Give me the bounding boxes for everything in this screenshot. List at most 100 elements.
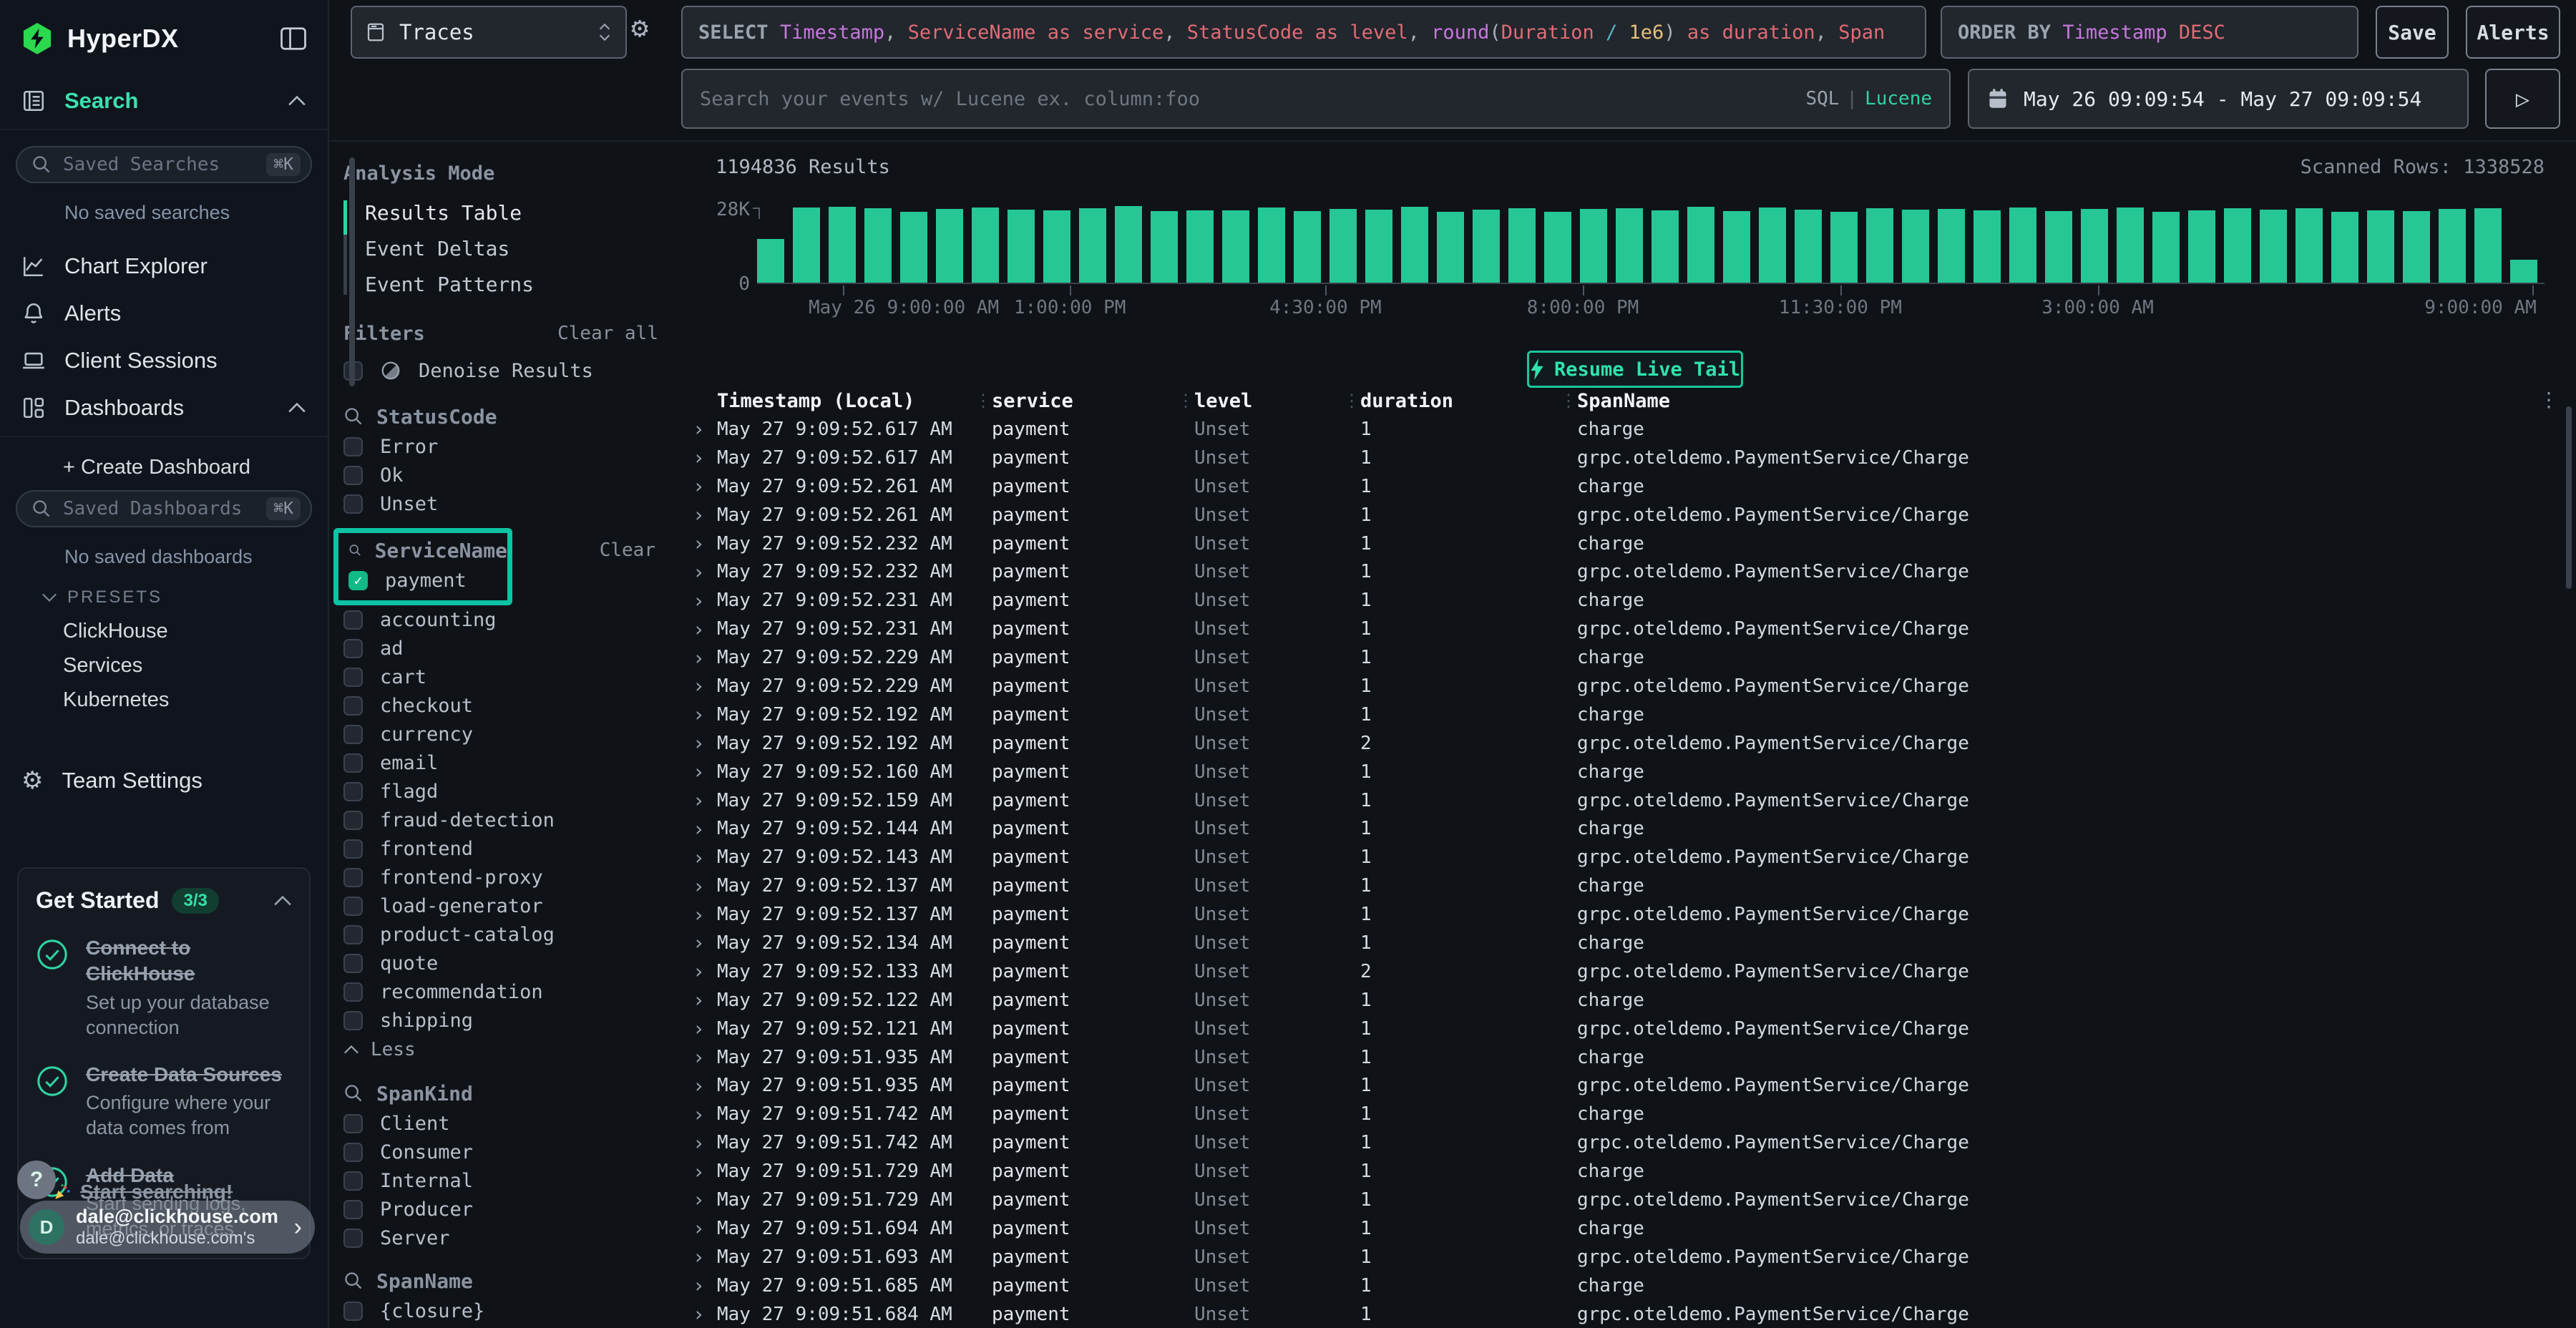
table-row[interactable]: ›May 27 9:09:51.684 AMpaymentUnset1grpc.…: [684, 1300, 2576, 1328]
filter-checkbox[interactable]: [343, 897, 363, 916]
row-expand-chevron-icon[interactable]: ›: [693, 1131, 717, 1155]
table-row[interactable]: ›May 27 9:09:52.160 AMpaymentUnset1charg…: [684, 758, 2576, 786]
filter-item[interactable]: accounting: [343, 605, 658, 634]
histogram-bar[interactable]: [1652, 210, 1679, 283]
column-header-level[interactable]: ⋮level: [1194, 388, 1360, 414]
get-started-step[interactable]: Connect to ClickHouseSet up your databas…: [36, 935, 292, 1040]
row-expand-chevron-icon[interactable]: ›: [693, 1160, 717, 1183]
filter-checkbox[interactable]: [343, 868, 363, 887]
filter-checkbox[interactable]: [343, 610, 363, 630]
histogram-bar[interactable]: [1151, 211, 1178, 283]
histogram-bar[interactable]: [1008, 210, 1035, 283]
histogram-bar[interactable]: [1723, 211, 1750, 283]
filter-checkbox[interactable]: ✓: [348, 571, 368, 590]
histogram-bar[interactable]: [2331, 212, 2358, 283]
histogram-bar[interactable]: [757, 239, 784, 283]
filter-checkbox[interactable]: [343, 696, 363, 716]
filter-checkbox[interactable]: [343, 1171, 363, 1191]
histogram-bar[interactable]: [2152, 212, 2180, 283]
sidebar-item-search[interactable]: Search: [0, 77, 328, 125]
row-expand-chevron-icon[interactable]: ›: [693, 1188, 717, 1211]
table-row[interactable]: ›May 27 9:09:51.935 AMpaymentUnset1grpc.…: [684, 1071, 2576, 1100]
table-row[interactable]: ›May 27 9:09:52.617 AMpaymentUnset1charg…: [684, 415, 2576, 444]
histogram-bar[interactable]: [1115, 206, 1142, 283]
row-expand-chevron-icon[interactable]: ›: [693, 417, 717, 441]
filter-checkbox[interactable]: [343, 782, 363, 801]
row-expand-chevron-icon[interactable]: ›: [693, 988, 717, 1012]
row-expand-chevron-icon[interactable]: ›: [693, 931, 717, 954]
table-row[interactable]: ›May 27 9:09:51.693 AMpaymentUnset1grpc.…: [684, 1243, 2576, 1271]
filter-item[interactable]: load-generator: [343, 892, 658, 920]
filter-item[interactable]: checkout: [343, 691, 658, 720]
filter-checkbox[interactable]: [343, 954, 363, 973]
row-expand-chevron-icon[interactable]: ›: [693, 446, 717, 469]
row-expand-chevron-icon[interactable]: ›: [693, 1302, 717, 1326]
filter-checkbox[interactable]: [343, 753, 363, 773]
histogram-plot[interactable]: [757, 208, 2545, 284]
clear-link[interactable]: Clear: [600, 540, 655, 561]
histogram-bar[interactable]: [1544, 212, 1571, 283]
filter-item[interactable]: Server: [343, 1224, 658, 1252]
filter-checkbox[interactable]: [343, 925, 363, 944]
saved-dashboards-input[interactable]: Saved Dashboards ⌘K: [16, 490, 312, 527]
source-select[interactable]: Traces: [351, 6, 627, 59]
row-expand-chevron-icon[interactable]: ›: [693, 1074, 717, 1098]
table-row[interactable]: ›May 27 9:09:52.192 AMpaymentUnset2grpc.…: [684, 729, 2576, 758]
histogram-bar[interactable]: [936, 209, 963, 283]
histogram-bar[interactable]: [2367, 210, 2394, 283]
table-row[interactable]: ›May 27 9:09:52.137 AMpaymentUnset1grpc.…: [684, 900, 2576, 929]
saved-searches-input[interactable]: Saved Searches ⌘K: [16, 146, 312, 183]
histogram-bar[interactable]: [1616, 208, 1643, 283]
histogram-bar[interactable]: [2224, 208, 2251, 283]
table-row[interactable]: ›May 27 9:09:52.137 AMpaymentUnset1charg…: [684, 872, 2576, 900]
table-row[interactable]: ›May 27 9:09:51.729 AMpaymentUnset1grpc.…: [684, 1186, 2576, 1214]
show-less-toggle[interactable]: Less: [343, 1035, 658, 1065]
histogram-bar[interactable]: [1508, 208, 1536, 283]
filter-item[interactable]: product-catalog: [343, 920, 658, 949]
histogram-bar[interactable]: [1186, 210, 1214, 283]
row-expand-chevron-icon[interactable]: ›: [693, 474, 717, 498]
sql-editor[interactable]: SELECT Timestamp, ServiceName as service…: [681, 6, 1926, 59]
filter-item[interactable]: email: [343, 748, 658, 777]
filter-item[interactable]: {closure}: [343, 1297, 658, 1325]
filter-item[interactable]: Producer: [343, 1195, 658, 1224]
get-started-step[interactable]: Create Data SourcesConfigure where your …: [36, 1062, 292, 1141]
filter-checkbox[interactable]: [343, 494, 363, 514]
alerts-button[interactable]: Alerts: [2466, 6, 2560, 59]
filter-item[interactable]: flagd: [343, 777, 658, 806]
filter-item[interactable]: ✓payment: [348, 566, 507, 595]
sidebar-item-preset-kubernetes[interactable]: Kubernetes: [0, 683, 328, 717]
filter-checkbox[interactable]: [343, 1229, 363, 1248]
row-expand-chevron-icon[interactable]: ›: [693, 1216, 717, 1240]
row-expand-chevron-icon[interactable]: ›: [693, 760, 717, 783]
sidebar-item-alerts[interactable]: Alerts: [0, 290, 328, 337]
analysis-mode-item[interactable]: Results Table: [365, 195, 658, 230]
sidebar-item-chart-explorer[interactable]: Chart Explorer: [0, 243, 328, 290]
run-query-button[interactable]: ▷: [2485, 69, 2560, 129]
sidebar-item-preset-clickhouse[interactable]: ClickHouse: [0, 614, 328, 648]
filter-checkbox[interactable]: [343, 1302, 363, 1321]
filter-checkbox[interactable]: [343, 1143, 363, 1162]
row-expand-chevron-icon[interactable]: ›: [693, 1045, 717, 1069]
resume-live-tail-button[interactable]: Resume Live Tail: [1527, 351, 1743, 388]
language-toggle[interactable]: SQL|Lucene: [1805, 88, 1932, 109]
orderby-editor[interactable]: ORDER BY Timestamp DESC: [1941, 6, 2358, 59]
histogram-bar[interactable]: [1365, 210, 1392, 283]
filter-checkbox[interactable]: [343, 725, 363, 744]
filter-item[interactable]: Unset: [343, 489, 658, 518]
filter-item[interactable]: Consumer: [343, 1138, 658, 1166]
row-expand-chevron-icon[interactable]: ›: [693, 1103, 717, 1126]
row-expand-chevron-icon[interactable]: ›: [693, 532, 717, 555]
histogram-bar[interactable]: [1687, 207, 1714, 283]
chevron-up-icon[interactable]: [273, 895, 292, 907]
histogram-bar[interactable]: [1580, 209, 1607, 283]
filter-panel-scrollbar[interactable]: [349, 157, 355, 386]
denoise-results-option[interactable]: Denoise Results: [343, 353, 658, 388]
filter-item[interactable]: fraud-detection: [343, 806, 658, 834]
table-row[interactable]: ›May 27 9:09:52.617 AMpaymentUnset1grpc.…: [684, 444, 2576, 472]
histogram-bar[interactable]: [2045, 211, 2072, 283]
table-row[interactable]: ›May 27 9:09:52.229 AMpaymentUnset1grpc.…: [684, 672, 2576, 700]
table-row[interactable]: ›May 27 9:09:52.192 AMpaymentUnset1charg…: [684, 700, 2576, 729]
histogram-bar[interactable]: [2474, 208, 2502, 283]
filter-checkbox[interactable]: [343, 437, 363, 456]
